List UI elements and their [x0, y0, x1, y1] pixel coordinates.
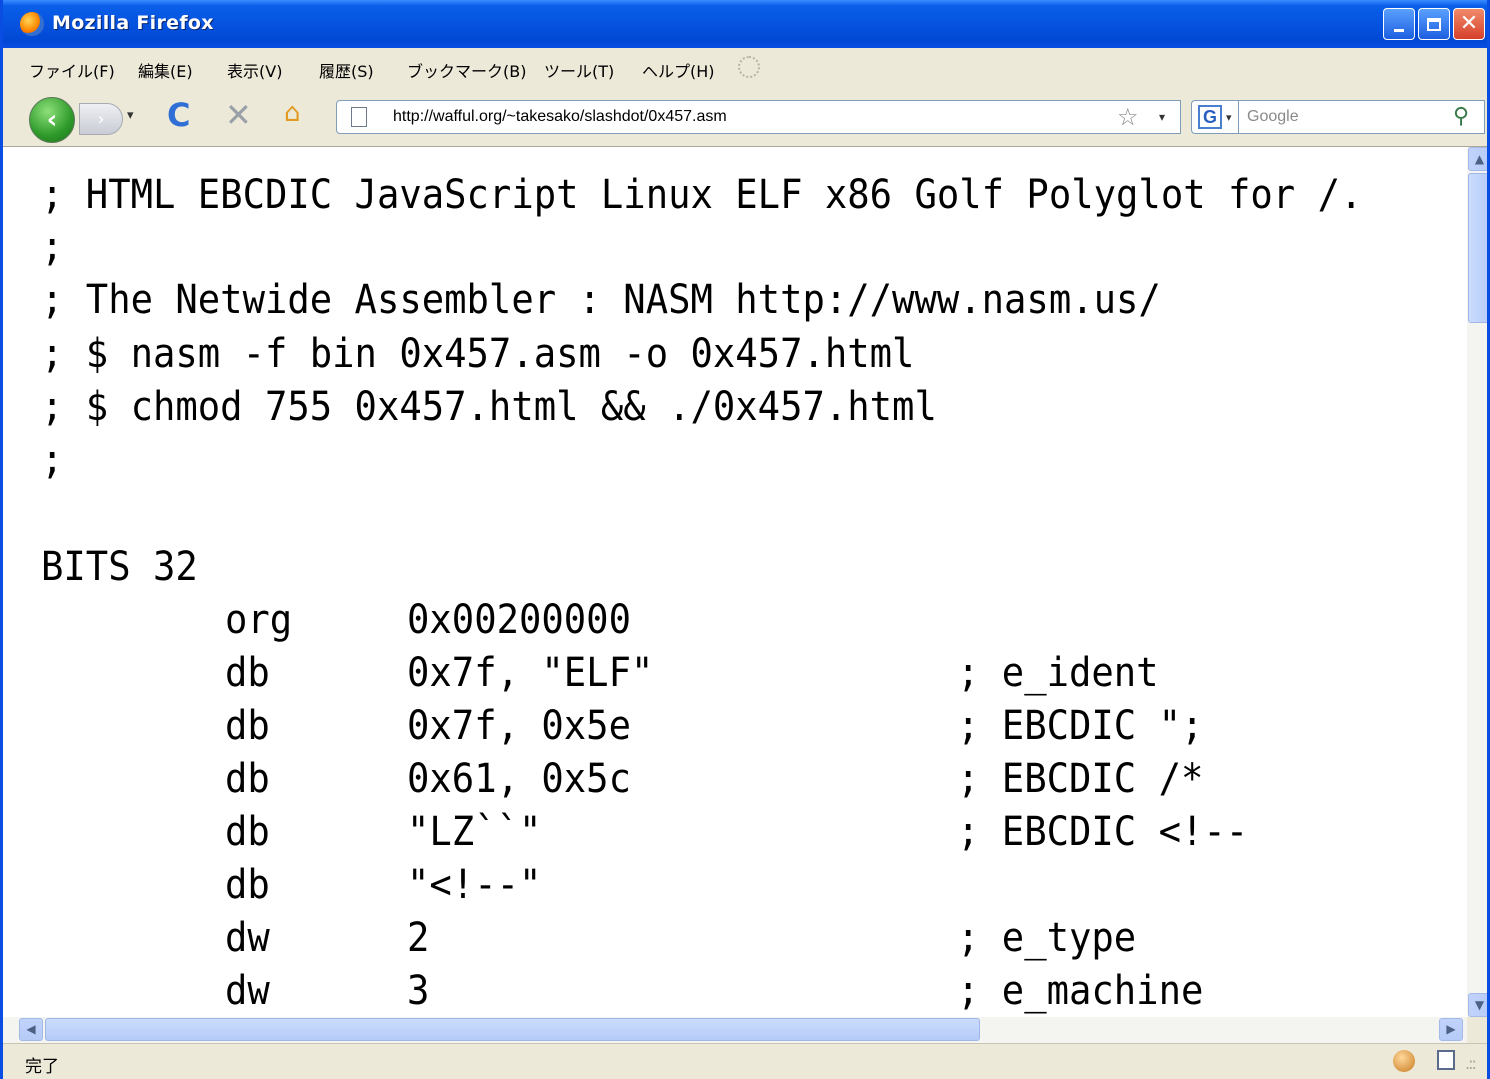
code-header-line: ; [41, 224, 64, 270]
status-text: 完了 [25, 1057, 59, 1077]
code-op: db [225, 756, 270, 802]
code-arg: 0x7f, 0x5e [407, 703, 631, 749]
close-icon: ✕ [1459, 11, 1479, 36]
activity-throbber-icon [738, 56, 760, 78]
code-comment: ; EBCDIC /* [957, 756, 1204, 802]
addon-status-icon[interactable] [1393, 1050, 1415, 1072]
title-bar[interactable]: Mozilla Firefox ✕ [3, 0, 1487, 48]
close-button[interactable]: ✕ [1453, 8, 1485, 40]
firefox-logo-icon [20, 12, 44, 36]
address-bar[interactable]: http://wafful.org/~takesako/slashdot/0x4… [336, 100, 1181, 134]
code-op: dw [225, 915, 270, 961]
home-button[interactable]: ⌂ [284, 98, 301, 128]
code-header-line: ; $ chmod 755 0x457.html && ./0x457.html [41, 384, 937, 430]
code-comment: ; e_ident [957, 650, 1159, 696]
page-icon [351, 107, 367, 127]
notepad-status-icon[interactable] [1437, 1050, 1455, 1070]
search-placeholder: Google [1247, 108, 1299, 125]
window-title: Mozilla Firefox [52, 12, 214, 34]
menu-bookmarks[interactable]: ブックマーク(B) [407, 58, 526, 82]
scroll-up-button[interactable]: ▲ [1468, 147, 1487, 171]
code-op: db [225, 703, 270, 749]
code-arg: 2 [407, 915, 430, 961]
search-engine-selector[interactable]: G ▾ [1191, 100, 1239, 134]
menu-edit[interactable]: 編集(E) [138, 58, 193, 82]
back-arrow-icon: ‹ [46, 105, 58, 135]
code-op: db [225, 862, 270, 908]
minimize-button[interactable] [1383, 8, 1415, 40]
scroll-left-button[interactable]: ◀ [19, 1018, 43, 1041]
horizontal-scrollbar[interactable]: ◀ ▶ [3, 1017, 1467, 1043]
code-op: db [225, 809, 270, 855]
horizontal-scroll-thumb[interactable] [45, 1018, 980, 1041]
code-arg: 0x00200000 [407, 597, 631, 643]
code-comment: ; e_type [957, 915, 1137, 961]
code-op: dw [225, 968, 270, 1014]
status-bar: 完了 .:: [3, 1043, 1487, 1079]
code-header-line: ; $ nasm -f bin 0x457.asm -o 0x457.html [41, 331, 915, 377]
menu-help[interactable]: ヘルプ(H) [642, 58, 715, 82]
scroll-right-button[interactable]: ▶ [1439, 1018, 1463, 1041]
search-icon[interactable]: ⚲ [1453, 104, 1469, 129]
code-arg: 3 [407, 968, 430, 1014]
page-content: ; HTML EBCDIC JavaScript Linux ELF x86 G… [3, 147, 1467, 1017]
maximize-button[interactable] [1418, 8, 1450, 40]
code-arg: 0x7f, "ELF" [407, 650, 654, 696]
code-header-line: ; [41, 437, 64, 483]
menu-history[interactable]: 履歴(S) [319, 58, 374, 82]
stop-button[interactable]: ✕ [225, 96, 252, 134]
vertical-scrollbar[interactable]: ▲ ▼ [1467, 147, 1487, 1017]
vertical-scroll-thumb[interactable] [1468, 173, 1487, 323]
url-text[interactable]: http://wafful.org/~takesako/slashdot/0x4… [393, 108, 727, 126]
browser-window: Mozilla Firefox ✕ ファイル(F) 編集(E) 表示(V) 履歴… [0, 0, 1490, 1079]
forward-arrow-icon: › [97, 108, 105, 130]
code-arg: 0x61, 0x5c [407, 756, 631, 802]
history-dropdown-icon[interactable]: ▾ [127, 108, 134, 123]
maximize-icon [1427, 17, 1441, 31]
google-logo-icon: G [1198, 105, 1222, 129]
code-op: db [225, 650, 270, 696]
code-header-line: ; The Netwide Assembler : NASM http://ww… [41, 277, 1161, 323]
scroll-down-button[interactable]: ▼ [1468, 993, 1487, 1017]
menu-file[interactable]: ファイル(F) [29, 58, 115, 82]
code-arg: "LZ``" [407, 809, 542, 855]
menu-view[interactable]: 表示(V) [227, 58, 282, 82]
back-button[interactable]: ‹ [29, 97, 75, 143]
menu-tools[interactable]: ツール(T) [544, 58, 614, 82]
resize-grip-icon[interactable]: .:: [1465, 1054, 1477, 1073]
bookmark-star-icon[interactable]: ☆ [1117, 103, 1139, 131]
code-comment: ; EBCDIC <!-- [957, 809, 1249, 855]
code-comment: ; e_machine [957, 968, 1204, 1014]
search-engine-dropdown-icon: ▾ [1226, 111, 1232, 124]
code-comment: ; EBCDIC "; [957, 703, 1204, 749]
code-arg: "<!--" [407, 862, 542, 908]
code-header-line: ; HTML EBCDIC JavaScript Linux ELF x86 G… [41, 172, 1363, 218]
minimize-icon [1394, 28, 1404, 32]
code-header-line: BITS 32 [41, 544, 198, 590]
reload-button[interactable]: C [167, 96, 190, 134]
url-dropdown-icon[interactable]: ▾ [1159, 110, 1165, 124]
forward-button[interactable]: › [79, 103, 123, 135]
scrollbar-corner [1467, 1017, 1487, 1043]
search-input[interactable]: Google ⚲ [1239, 100, 1485, 134]
code-op: org [225, 597, 293, 643]
